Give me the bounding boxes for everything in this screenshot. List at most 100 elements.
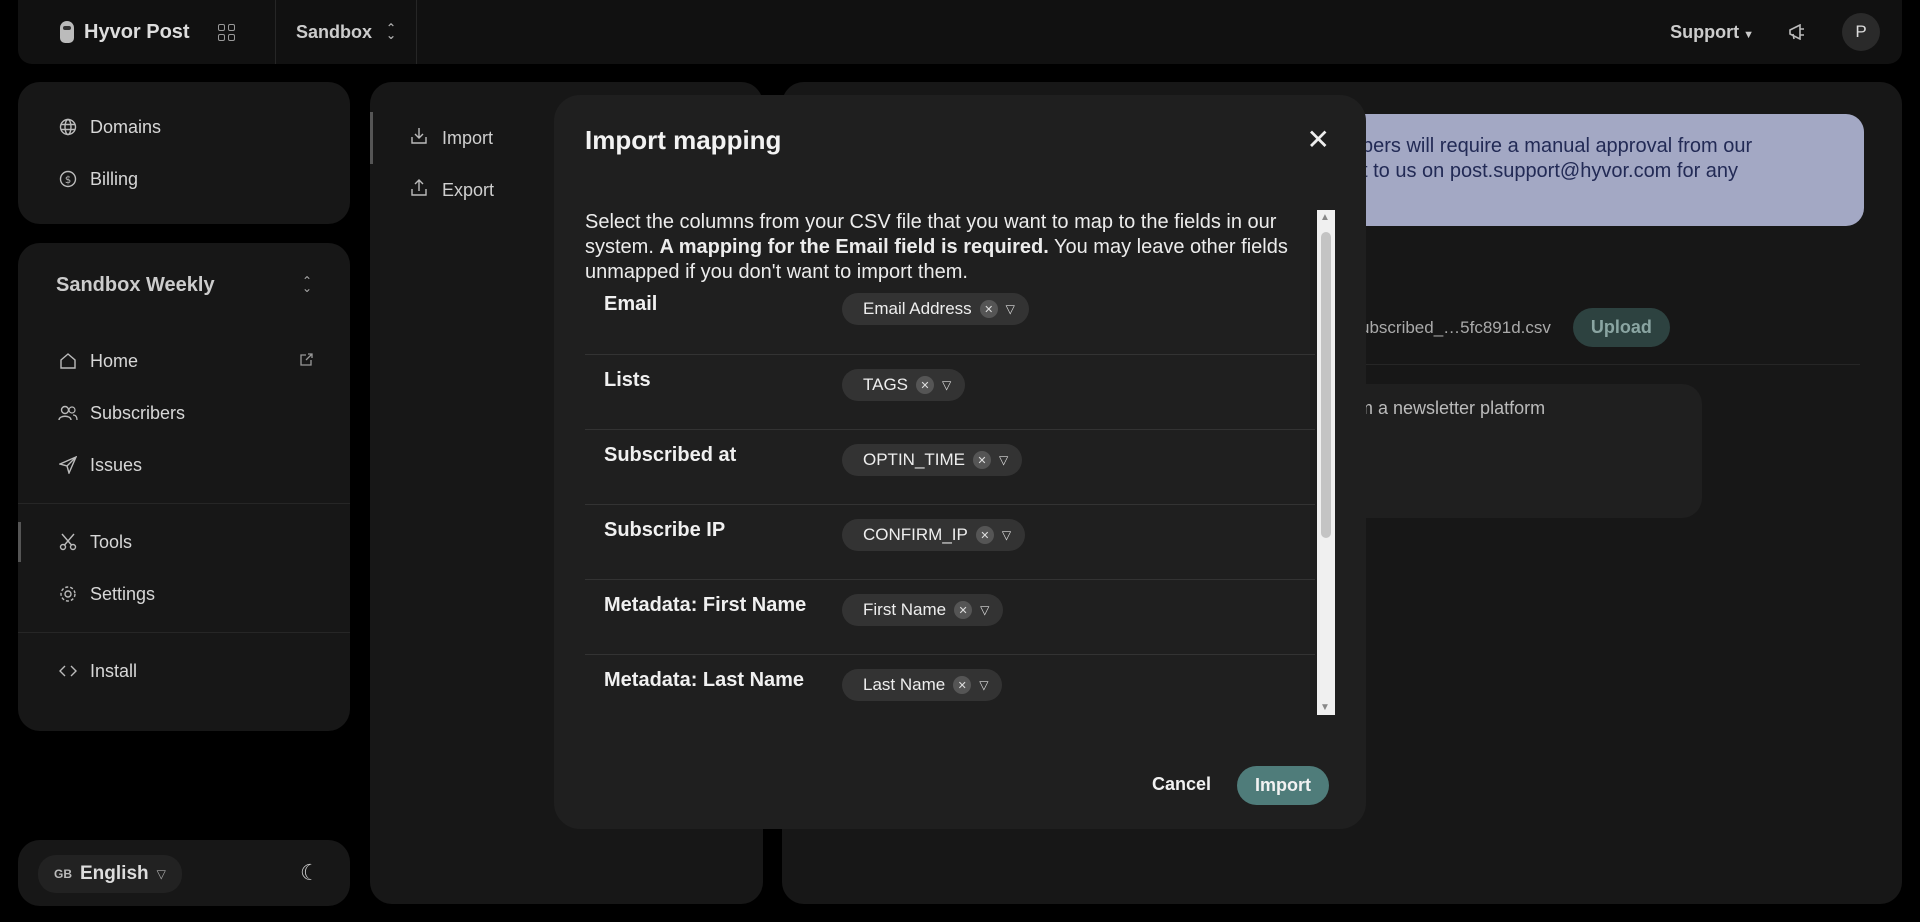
scrollbar-thumb[interactable] bbox=[1321, 232, 1331, 538]
mapping-field-label: Email bbox=[604, 293, 658, 315]
scroll-up-icon[interactable]: ▲ bbox=[1320, 212, 1330, 223]
users-icon bbox=[58, 403, 78, 423]
caret-down-icon[interactable]: ▽ bbox=[979, 678, 988, 692]
app-name: Hyvor Post bbox=[84, 20, 190, 43]
column-select[interactable]: First Name ✕ ▽ bbox=[842, 594, 1004, 626]
chevron-updown-icon: ⌃ ⌄ bbox=[386, 21, 397, 42]
send-icon bbox=[58, 455, 78, 475]
sidebar-item-label: Domains bbox=[90, 116, 162, 137]
mapping-row-email: Email Email Address ✕ ▽ bbox=[585, 285, 1315, 355]
column-select[interactable]: CONFIRM_IP ✕ ▽ bbox=[842, 519, 1026, 551]
modal-description: Select the columns from your CSV file th… bbox=[585, 210, 1315, 285]
sidebar-item-issues[interactable]: Issues bbox=[18, 439, 350, 491]
mapping-field-label: Subscribed at bbox=[604, 444, 737, 466]
avatar[interactable]: P bbox=[1842, 13, 1880, 51]
sidebar-item-domains[interactable]: Domains bbox=[18, 101, 350, 153]
sidebar-divider bbox=[18, 503, 350, 504]
sidebar-item-label: Subscribers bbox=[90, 402, 186, 423]
chevron-updown-icon: ⌃ ⌄ bbox=[301, 274, 312, 295]
support-menu[interactable]: Support ▼ bbox=[1670, 22, 1754, 43]
scissors-icon bbox=[58, 532, 78, 552]
mapping-row-last-name: Metadata: Last Name Last Name ✕ ▽ bbox=[585, 655, 1315, 710]
clear-icon[interactable]: ✕ bbox=[916, 376, 935, 394]
newsletter-name: Sandbox Weekly bbox=[56, 273, 215, 296]
cancel-button[interactable]: Cancel bbox=[1152, 774, 1211, 795]
column-select[interactable]: Email Address ✕ ▽ bbox=[842, 293, 1029, 325]
sidebar-item-subscribers[interactable]: Subscribers bbox=[18, 387, 350, 439]
sidebar-item-settings[interactable]: Settings bbox=[18, 568, 350, 620]
svg-text:$: $ bbox=[65, 175, 71, 186]
sidebar-item-label: Home bbox=[90, 350, 139, 371]
top-bar: Hyvor Post Sandbox ⌃ ⌄ Support ▼ P bbox=[18, 0, 1902, 64]
column-value: CONFIRM_IP bbox=[863, 525, 968, 544]
caret-down-icon[interactable]: ▽ bbox=[980, 603, 989, 617]
sidebar-divider bbox=[18, 632, 350, 633]
content-divider bbox=[1340, 364, 1860, 365]
caret-down-icon[interactable]: ▽ bbox=[999, 453, 1008, 467]
megaphone-icon[interactable] bbox=[1788, 24, 1808, 40]
gear-icon bbox=[58, 584, 78, 604]
mapping-field-label: Subscribe IP bbox=[604, 519, 726, 541]
moon-icon[interactable]: ☾ bbox=[300, 860, 320, 886]
tools-item-label: Export bbox=[442, 179, 495, 200]
clear-icon[interactable]: ✕ bbox=[953, 676, 972, 694]
project-switcher[interactable]: Sandbox ⌃ ⌄ bbox=[276, 0, 418, 64]
brand[interactable]: Hyvor Post bbox=[18, 0, 276, 64]
sidebar-item-billing[interactable]: $ Billing bbox=[18, 153, 350, 205]
caret-down-icon[interactable]: ▽ bbox=[942, 378, 951, 392]
import-mapping-modal: Import mapping ✕ Select the columns from… bbox=[554, 95, 1366, 829]
clear-icon[interactable]: ✕ bbox=[979, 300, 998, 318]
banner-line: t to us on post.support@hyvor.com for an… bbox=[1362, 160, 1739, 182]
hyvor-logo-icon bbox=[60, 21, 74, 43]
clear-icon[interactable]: ✕ bbox=[954, 601, 973, 619]
column-value: First Name bbox=[863, 600, 947, 619]
desc-bold-text: A mapping for the Email field is require… bbox=[659, 236, 1049, 258]
newsletter-switcher[interactable]: Sandbox Weekly ⌃ ⌄ bbox=[18, 243, 350, 327]
column-value: Last Name bbox=[863, 675, 946, 694]
sidebar-item-label: Tools bbox=[90, 531, 133, 552]
sidebar-item-install[interactable]: Install bbox=[18, 645, 350, 697]
file-name: ubscribed_…5fc891d.csv bbox=[1360, 317, 1551, 337]
sidebar-newsletter-card: Sandbox Weekly ⌃ ⌄ Home Subscribers Issue… bbox=[18, 243, 350, 731]
import-icon bbox=[410, 127, 428, 150]
caret-down-icon[interactable]: ▽ bbox=[1002, 528, 1011, 542]
clear-icon[interactable]: ✕ bbox=[973, 451, 992, 469]
column-value: Email Address bbox=[863, 299, 972, 318]
column-select[interactable]: Last Name ✕ ▽ bbox=[842, 669, 1003, 701]
close-icon[interactable]: ✕ bbox=[1307, 123, 1330, 156]
export-icon bbox=[410, 178, 428, 202]
import-button[interactable]: Import bbox=[1237, 766, 1329, 805]
column-value: OPTIN_TIME bbox=[863, 450, 966, 469]
mapping-row-subscribed-at: Subscribed at OPTIN_TIME ✕ ▽ bbox=[585, 430, 1315, 505]
language-label: English bbox=[80, 863, 149, 884]
sidebar-item-tools[interactable]: Tools bbox=[18, 516, 350, 568]
caret-down-icon[interactable]: ▽ bbox=[1006, 302, 1015, 316]
flag-icon: GB bbox=[54, 867, 72, 881]
sidebar-item-label: Settings bbox=[90, 583, 156, 604]
globe-icon bbox=[58, 117, 78, 137]
modal-scroll-area[interactable]: Select the columns from your CSV file th… bbox=[585, 210, 1335, 710]
mapping-field-label: Metadata: Last Name bbox=[604, 669, 805, 691]
column-select[interactable]: OPTIN_TIME ✕ ▽ bbox=[842, 444, 1023, 476]
modal-title: Import mapping bbox=[585, 125, 782, 155]
support-label: Support bbox=[1670, 21, 1740, 42]
mapping-row-first-name: Metadata: First Name First Name ✕ ▽ bbox=[585, 580, 1315, 655]
home-icon bbox=[58, 351, 78, 371]
external-link-icon[interactable] bbox=[299, 352, 314, 370]
scroll-down-icon[interactable]: ▼ bbox=[1320, 702, 1330, 713]
modal-scrollbar[interactable]: ▲ ▼ bbox=[1317, 210, 1335, 715]
sidebar-item-label: Billing bbox=[90, 168, 139, 189]
sidebar-item-label: Install bbox=[90, 660, 138, 681]
column-select[interactable]: TAGS ✕ ▽ bbox=[842, 369, 966, 401]
language-selector[interactable]: GB English ▽ bbox=[38, 855, 182, 893]
sidebar-item-home[interactable]: Home bbox=[18, 335, 350, 387]
mapping-row-subscribe-ip: Subscribe IP CONFIRM_IP ✕ ▽ bbox=[585, 505, 1315, 580]
upload-button[interactable]: Upload bbox=[1572, 308, 1670, 347]
mapping-field-label: Lists bbox=[604, 369, 651, 391]
caret-down-icon: ▼ bbox=[1743, 28, 1754, 41]
tools-item-label: Import bbox=[442, 127, 494, 148]
clear-icon[interactable]: ✕ bbox=[975, 526, 994, 544]
apps-grid-icon[interactable] bbox=[217, 23, 235, 41]
sidebar-item-label: Issues bbox=[90, 454, 143, 475]
column-value: TAGS bbox=[863, 375, 909, 394]
